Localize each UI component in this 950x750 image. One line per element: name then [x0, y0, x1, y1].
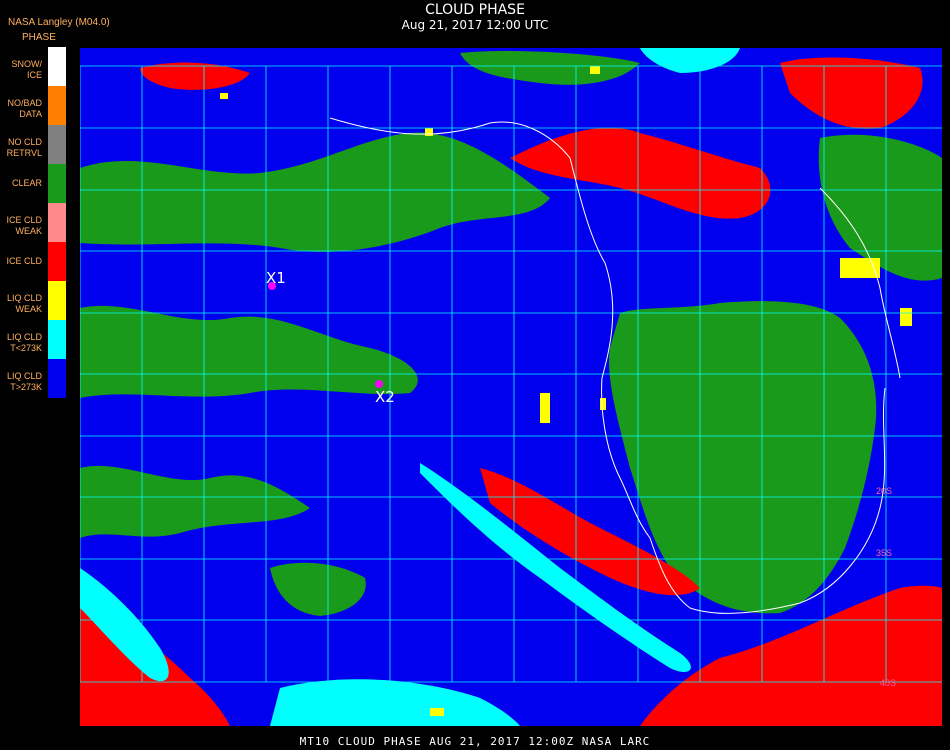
- legend-swatch: [48, 359, 66, 398]
- legend-item-liq-cld-warm: LIQ CLD T>273K: [0, 359, 66, 398]
- legend-label: ICE CLD: [6, 256, 42, 266]
- legend-swatch: [48, 203, 66, 242]
- legend-item-clear: CLEAR: [0, 164, 66, 203]
- legend-label: ICE CLD WEAK: [6, 215, 42, 236]
- legend-swatch: [48, 47, 66, 86]
- legend-swatch: [48, 164, 66, 203]
- legend-swatch: [48, 125, 66, 164]
- legend-swatch: [48, 281, 66, 320]
- marker-x1-label: X1: [266, 269, 286, 287]
- marker-x2-label: X2: [375, 388, 395, 406]
- legend-item-liq-cld-cold: LIQ CLD T<273K: [0, 320, 66, 359]
- legend-label: LIQ CLD T<273K: [6, 332, 42, 353]
- lat-label: 40S: [880, 678, 896, 688]
- lat-label: 35S: [876, 548, 892, 558]
- legend-label: LIQ CLD T>273K: [6, 371, 42, 392]
- legend-label: CLEAR: [11, 178, 42, 188]
- legend-title: PHASE: [22, 32, 56, 43]
- lat-label: 20S: [876, 486, 892, 496]
- legend-item-ice-cld: ICE CLD: [0, 242, 66, 281]
- marker-x2-point: [375, 380, 383, 388]
- map-datetime: Aug 21, 2017 12:00 UTC: [401, 18, 549, 32]
- cloud-phase-map: X1 X2 20S 35S 40S: [80, 48, 942, 726]
- legend-item-no-bad-data: NO/BAD DATA: [0, 86, 66, 125]
- legend-item-liq-cld-weak: LIQ CLD WEAK: [0, 281, 66, 320]
- legend-label: LIQ CLD WEAK: [6, 293, 42, 314]
- legend-item-ice-cld-weak: ICE CLD WEAK: [0, 203, 66, 242]
- legend-swatch: [48, 242, 66, 281]
- legend-item-no-cld-retrvl: NO CLD RETRVL: [0, 125, 66, 164]
- data-source-label: NASA Langley (M04.0): [8, 17, 110, 28]
- legend-label: NO CLD RETRVL: [6, 137, 42, 158]
- legend-item-snow-ice: SNOW/ICE: [0, 47, 66, 86]
- legend-swatch: [48, 320, 66, 359]
- map-title: CLOUD PHASE: [425, 2, 525, 18]
- legend-label: SNOW/ICE: [11, 59, 43, 80]
- footer-caption: MT10 CLOUD PHASE AUG 21, 2017 12:00Z NAS…: [299, 735, 651, 748]
- legend-swatch: [48, 86, 66, 125]
- legend-label: NO/BAD DATA: [7, 98, 42, 119]
